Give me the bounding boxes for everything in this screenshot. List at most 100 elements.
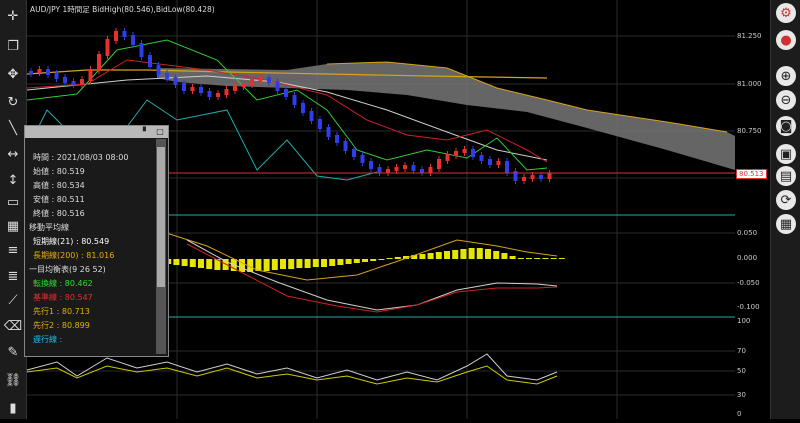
candle — [88, 69, 93, 81]
candle — [360, 155, 365, 163]
macd-bar — [444, 251, 450, 259]
candle — [165, 73, 169, 79]
candle — [80, 79, 84, 85]
ma-title: 移動平均線 — [29, 223, 69, 232]
rsi-tick: 30 — [737, 391, 746, 399]
copy-icon[interactable]: ❐ — [3, 36, 23, 56]
zoom-out-icon[interactable]: ⊖ — [776, 90, 796, 110]
grid-icon[interactable]: ▦ — [776, 214, 796, 234]
crosshair-icon[interactable]: ✛ — [3, 6, 23, 26]
close-icon[interactable]: □ — [155, 127, 165, 137]
rsi-line — [26, 353, 558, 381]
horizontal-line-icon[interactable]: ↔ — [3, 144, 23, 164]
tools-icon[interactable]: ✎ — [3, 342, 23, 362]
candle — [403, 165, 407, 169]
vertical-line-icon[interactable]: ↕ — [3, 170, 23, 190]
move-icon[interactable]: ✥ — [3, 64, 23, 84]
macd-bar — [419, 254, 426, 259]
panel-header[interactable]: ▘ □ — [25, 126, 168, 138]
macd-bar — [173, 259, 180, 265]
candle — [122, 31, 127, 37]
macd-bar — [394, 257, 401, 259]
eraser-icon[interactable]: ⌫ — [3, 316, 23, 336]
price-tick: 81.250 — [737, 32, 762, 40]
rsi-signal-line — [26, 365, 558, 385]
candle — [216, 93, 220, 97]
macd-bar — [288, 259, 295, 269]
senko2-value: 先行2 : 80.899 — [33, 321, 90, 330]
fibonacci-icon[interactable]: ≡ — [3, 240, 23, 260]
unlink-icon[interactable]: ⛓ — [3, 370, 23, 390]
panel-scrollbar[interactable] — [156, 139, 166, 354]
fib-fan-icon[interactable]: ≣ — [3, 266, 23, 286]
macd-bar — [189, 259, 196, 267]
candle — [301, 103, 305, 113]
candle — [199, 87, 203, 93]
macd-bar — [263, 259, 270, 271]
camera-icon[interactable]: ◙ — [776, 116, 796, 136]
candle — [233, 85, 237, 91]
current-price-badge: 80.513 — [736, 169, 767, 179]
arc-tool-icon[interactable]: ↻ — [3, 92, 23, 112]
macd-bar — [452, 250, 459, 259]
macd-bar — [509, 256, 516, 259]
macd-bar — [386, 258, 393, 259]
macd-bar — [296, 259, 303, 268]
kijun-value: 基準線 : 80.547 — [33, 293, 93, 302]
gann-icon[interactable]: ⟋ — [3, 290, 23, 310]
price-tick: 80.750 — [737, 127, 762, 135]
candle — [97, 54, 101, 71]
macd-bar — [476, 248, 483, 259]
candle — [496, 161, 501, 165]
candle — [275, 81, 280, 91]
rectangle-icon[interactable]: ▭ — [3, 192, 23, 212]
candle — [505, 161, 509, 173]
macd-bar — [329, 259, 336, 266]
settings-icon[interactable]: ⚙ — [776, 3, 796, 23]
candle — [539, 175, 543, 179]
candle — [258, 77, 263, 81]
candle — [488, 159, 492, 165]
candle — [71, 81, 76, 85]
candle — [326, 127, 331, 137]
layout-icon[interactable]: ▤ — [776, 166, 796, 186]
macd-bar — [534, 258, 541, 259]
sync-icon[interactable]: ⟳ — [776, 190, 796, 210]
candle — [46, 69, 50, 75]
info-open: 始値 : 80.519 — [33, 167, 85, 176]
candle — [471, 149, 475, 157]
rsi-tick: 0 — [737, 410, 742, 418]
macd-tick: -0.100 — [737, 303, 760, 311]
candle — [462, 149, 467, 153]
macd-bar — [501, 253, 508, 259]
macd-bar — [321, 259, 327, 267]
macd-tick: -0.050 — [737, 279, 760, 287]
macd-bar — [239, 259, 245, 272]
candle — [148, 55, 152, 67]
rsi-tick: 70 — [737, 347, 746, 355]
candle — [139, 43, 144, 57]
pin-icon[interactable]: ▮ — [3, 398, 23, 418]
candle — [352, 149, 356, 157]
channel-icon[interactable]: ▦ — [3, 216, 23, 236]
zoom-in-icon[interactable]: ⊕ — [776, 66, 796, 86]
macd-tick: 0.000 — [737, 254, 758, 262]
candle — [445, 154, 450, 161]
right-toolbar: ⚙ ● ⊕ ⊖ ◙ ▣ ▤ ⟳ ▦ — [770, 0, 800, 419]
pin-icon[interactable]: ▘ — [141, 127, 151, 137]
candle — [343, 141, 348, 151]
info-time: 時間 : 2021/08/03 08:00 — [33, 153, 129, 162]
macd-bar — [435, 252, 442, 259]
candle — [309, 111, 314, 121]
macd-bar — [485, 249, 491, 259]
alert-icon[interactable]: ● — [776, 30, 796, 50]
candle — [54, 73, 59, 79]
screen-icon[interactable]: ▣ — [776, 144, 796, 164]
scrollbar-thumb[interactable] — [157, 147, 165, 287]
candle — [105, 39, 110, 56]
candle — [530, 175, 535, 179]
candle — [207, 91, 212, 97]
trendline-icon[interactable]: ╲ — [3, 118, 23, 138]
macd-bar — [345, 259, 352, 264]
candle — [156, 65, 161, 75]
